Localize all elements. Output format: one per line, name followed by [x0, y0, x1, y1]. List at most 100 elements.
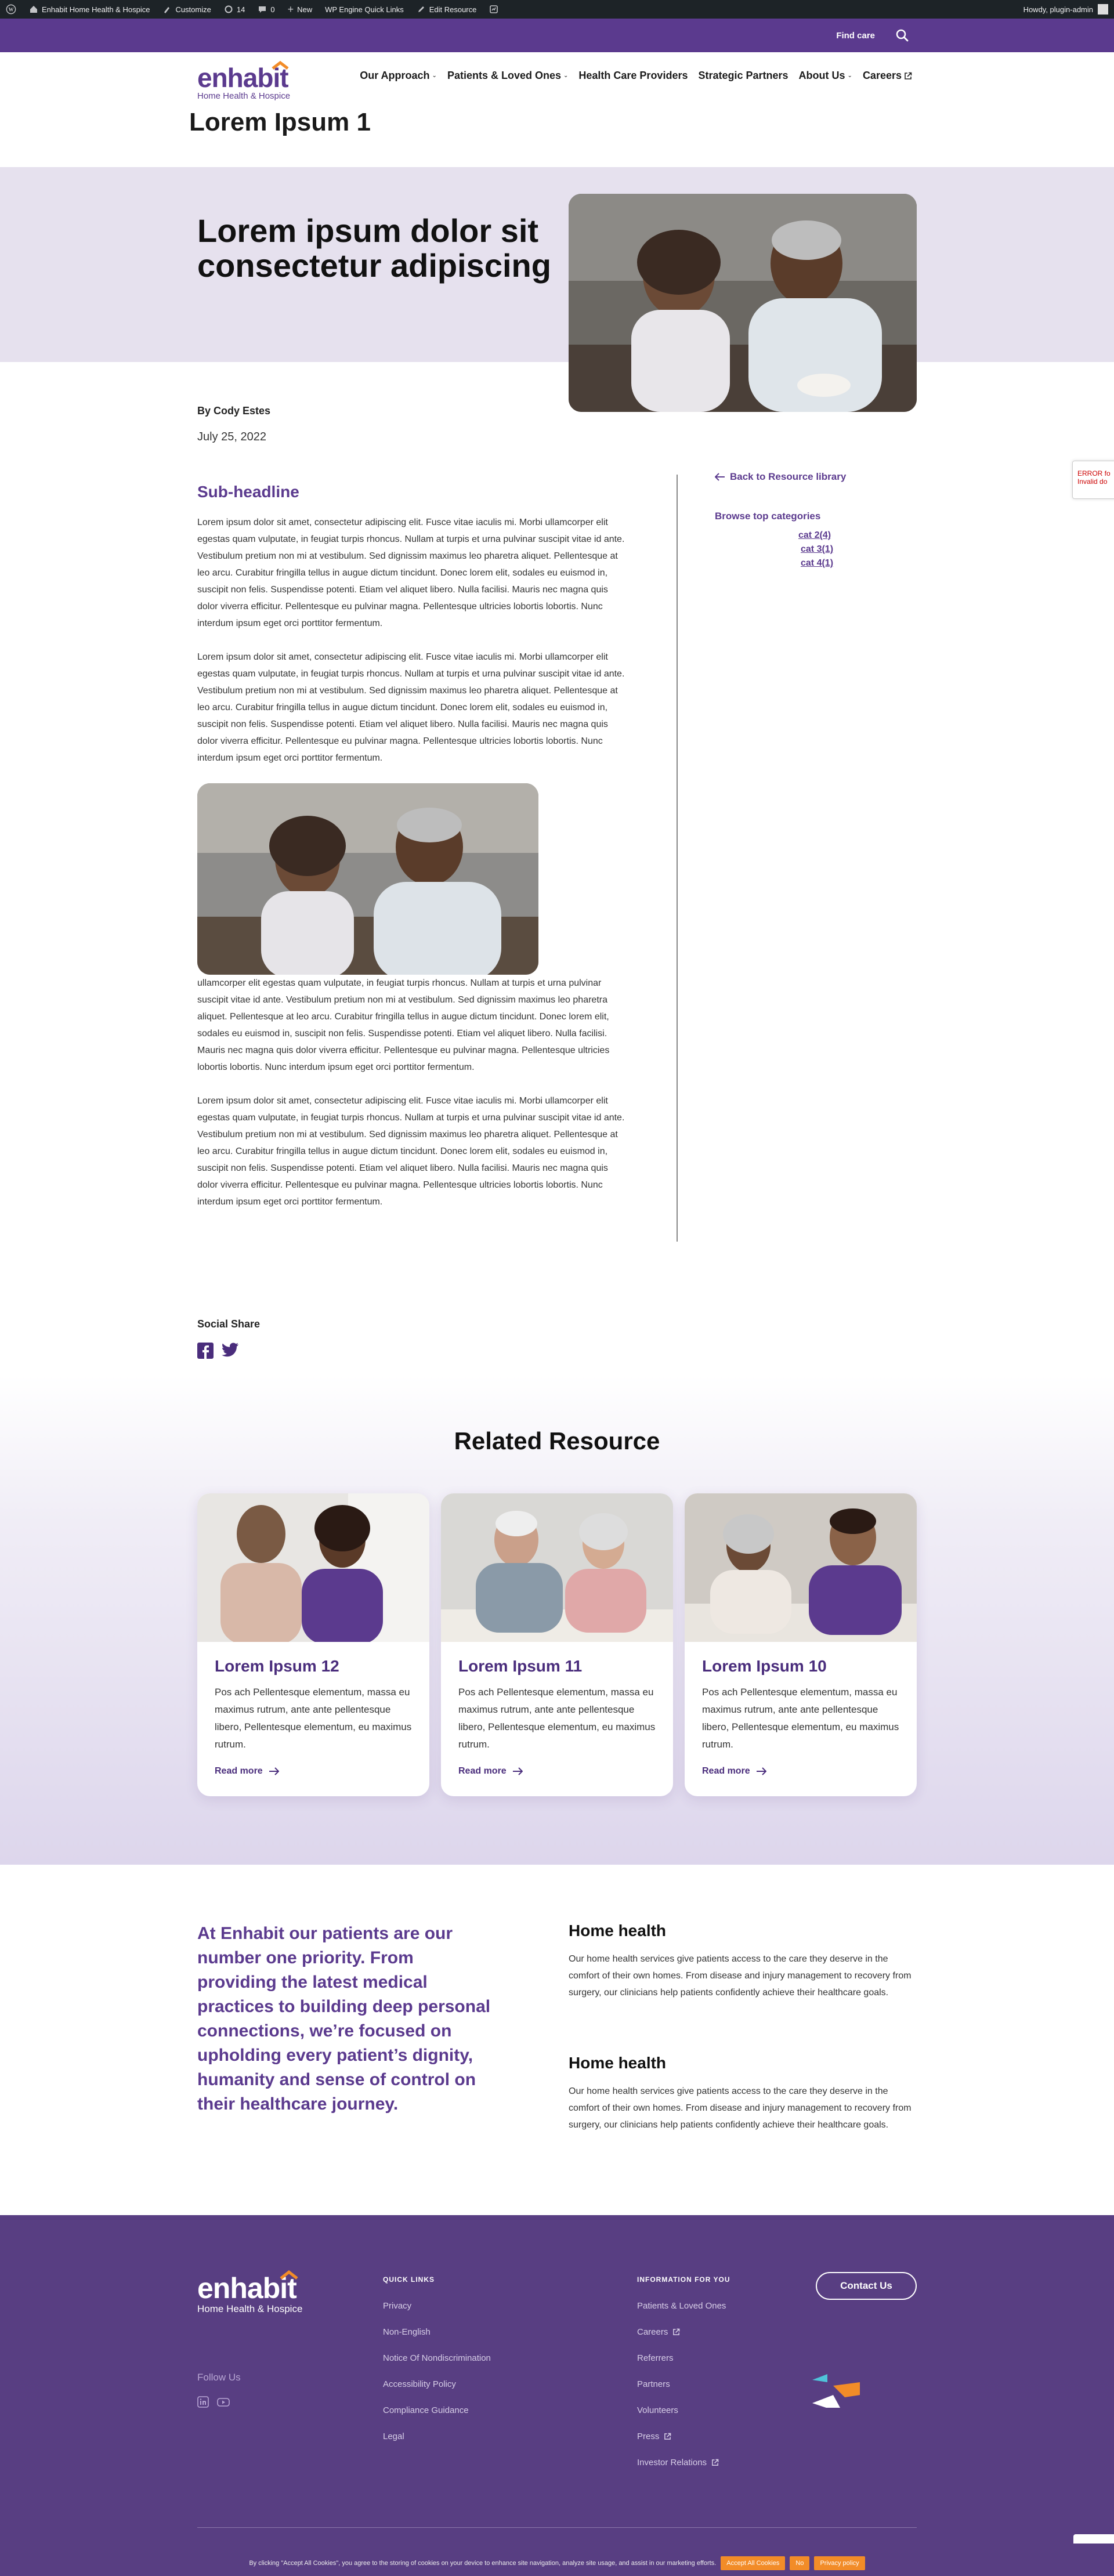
cookie-text: By clicking "Accept All Cookies", you ag… [249, 2560, 717, 2567]
admin-edit-link[interactable]: Edit Resource [417, 5, 477, 14]
arrow-right-icon [756, 1767, 766, 1775]
read-more-link[interactable]: Read more [215, 1766, 279, 1777]
logo-subtitle: Home Health & Hospice [197, 91, 291, 101]
nav-item-careers[interactable]: Careers [863, 70, 912, 82]
admin-site-link[interactable]: Enhabit Home Health & Hospice [29, 5, 150, 14]
category-link[interactable]: cat 2(4) [798, 530, 889, 541]
admin-edit-label: Edit Resource [429, 5, 477, 14]
mission-statement: At Enhabit our patients are our number o… [197, 1924, 491, 2114]
seo-icon [489, 5, 498, 14]
logo-roof-icon [272, 60, 289, 70]
hero-title: Lorem ipsum dolor sit consectetur adipis… [197, 212, 551, 284]
footer-link[interactable]: Patients & Loved Ones [637, 2301, 730, 2311]
admin-pending-count: 0 [270, 5, 275, 14]
footer-link[interactable]: Partners [637, 2379, 730, 2389]
brush-icon [162, 5, 172, 14]
card-image [441, 1493, 673, 1642]
service-block: Home health Our home health services giv… [569, 1922, 917, 2001]
facebook-icon[interactable] [197, 1343, 214, 1359]
admin-updates-count: 14 [236, 5, 245, 14]
nav-item-providers[interactable]: Health Care Providers [578, 70, 688, 82]
pencil-icon [417, 5, 426, 14]
arrow-left-icon [715, 473, 725, 481]
read-more-link[interactable]: Read more [702, 1766, 766, 1777]
service-title: Home health [569, 2054, 667, 2072]
refresh-icon [224, 5, 233, 14]
resource-card[interactable]: Lorem Ipsum 11 Pos ach Pellentesque elem… [441, 1493, 673, 1796]
avatar [1098, 4, 1108, 15]
find-care-link[interactable]: Find care [836, 31, 875, 41]
footer-link[interactable]: Referrers [637, 2353, 730, 2363]
article-paragraph: Lorem ipsum dolor sit amet, consectetur … [197, 1096, 625, 1207]
nav-item-about[interactable]: About Us ⌄ [799, 70, 852, 82]
read-more-link[interactable]: Read more [458, 1766, 523, 1777]
admin-account-menu[interactable]: Howdy, plugin-admin [1023, 4, 1108, 15]
admin-new-label: New [297, 5, 313, 14]
publish-date: July 25, 2022 [197, 430, 266, 443]
contact-us-button[interactable]: Contact Us [816, 2272, 917, 2300]
wp-logo-icon[interactable]: W [6, 4, 16, 15]
back-to-library-link[interactable]: Back to Resource library [715, 471, 889, 483]
nav-item-partners[interactable]: Strategic Partners [698, 70, 788, 82]
footer-link[interactable]: Legal [383, 2432, 491, 2441]
service-text: Our home health services give patients a… [569, 2086, 912, 2130]
search-icon[interactable] [896, 29, 909, 42]
resource-card[interactable]: Lorem Ipsum 12 Pos ach Pellentesque elem… [197, 1493, 429, 1796]
admin-pending-link[interactable]: 0 [258, 5, 275, 14]
external-link-icon [664, 2433, 671, 2440]
footer-link[interactable]: Non-English [383, 2327, 491, 2337]
footer-link[interactable]: Volunteers [637, 2405, 730, 2415]
footer-link-press[interactable]: Press [637, 2432, 730, 2441]
feedback-tab[interactable] [1073, 2534, 1114, 2544]
footer-link[interactable]: Accessibility Policy [383, 2379, 491, 2389]
page-title: Lorem Ipsum 1 [189, 108, 371, 136]
footer-link-careers[interactable]: Careers [637, 2327, 730, 2337]
error-widget: ERROR fo Invalid do [1072, 461, 1114, 499]
category-link[interactable]: cat 3(1) [798, 544, 889, 555]
footer-quick-links: QUICK LINKS Privacy Non-English Notice O… [383, 2275, 491, 2458]
footer-link[interactable]: Privacy [383, 2301, 491, 2311]
info-heading: INFORMATION FOR YOU [637, 2275, 730, 2284]
youtube-icon[interactable] [217, 2396, 230, 2408]
twitter-icon[interactable] [222, 1343, 239, 1359]
category-link[interactable]: cat 4(1) [798, 558, 889, 569]
nav-item-patients[interactable]: Patients & Loved Ones ⌄ [447, 70, 568, 82]
cookie-banner: By clicking "Accept All Cookies", you ag… [0, 2550, 1114, 2576]
chevron-down-icon: ⌄ [563, 73, 569, 79]
admin-quick-links[interactable]: WP Engine Quick Links [325, 5, 404, 14]
footer-link-investors[interactable]: Investor Relations [637, 2458, 730, 2468]
admin-customize-link[interactable]: Customize [162, 5, 211, 14]
footer-link[interactable]: Notice Of Nondiscrimination [383, 2353, 491, 2363]
nav-links: Our Approach ⌄ Patients & Loved Ones ⌄ Hea… [360, 70, 912, 82]
external-link-icon [905, 72, 912, 79]
external-link-icon [673, 2328, 680, 2335]
hero-image [569, 194, 917, 412]
browse-categories-heading: Browse top categories [715, 511, 821, 522]
article-paragraph: ullamcorper elit egestas quam vulputate,… [197, 978, 610, 1072]
card-text: Pos ach Pellentesque elementum, massa eu… [702, 1687, 899, 1750]
external-link-icon [712, 2459, 719, 2466]
footer-logo[interactable]: enhabit Home Health & Hospice [197, 2270, 303, 2315]
home-icon [29, 5, 38, 14]
admin-howdy: Howdy, plugin-admin [1023, 5, 1093, 14]
sub-headline: Sub-headline [197, 483, 299, 501]
author-name: By Cody Estes [197, 405, 271, 417]
site-footer: enhabit Home Health & Hospice Follow Us … [0, 2215, 1114, 2576]
site-logo[interactable]: enhabit Home Health & Hospice [197, 60, 291, 101]
accept-cookies-button[interactable]: Accept All Cookies [721, 2556, 786, 2570]
service-text: Our home health services give patients a… [569, 1954, 912, 1998]
quick-links-heading: QUICK LINKS [383, 2275, 435, 2284]
resource-card[interactable]: Lorem Ipsum 10 Pos ach Pellentesque elem… [685, 1493, 917, 1796]
footer-link[interactable]: Compliance Guidance [383, 2405, 491, 2415]
error-line: ERROR fo [1077, 469, 1111, 477]
admin-seo-link[interactable] [489, 5, 498, 14]
privacy-policy-button[interactable]: Privacy policy [814, 2556, 865, 2570]
footer-logo-subtitle: Home Health & Hospice [197, 2303, 303, 2314]
linkedin-icon[interactable] [197, 2396, 209, 2408]
admin-comments-link[interactable]: 14 [224, 5, 245, 14]
article-paragraph: Lorem ipsum dolor sit amet, consectetur … [197, 518, 625, 628]
plus-icon: + [287, 3, 294, 15]
nav-item-our-approach[interactable]: Our Approach ⌄ [360, 70, 437, 82]
admin-new-link[interactable]: + New [288, 3, 313, 16]
decline-cookies-button[interactable]: No [790, 2556, 810, 2570]
